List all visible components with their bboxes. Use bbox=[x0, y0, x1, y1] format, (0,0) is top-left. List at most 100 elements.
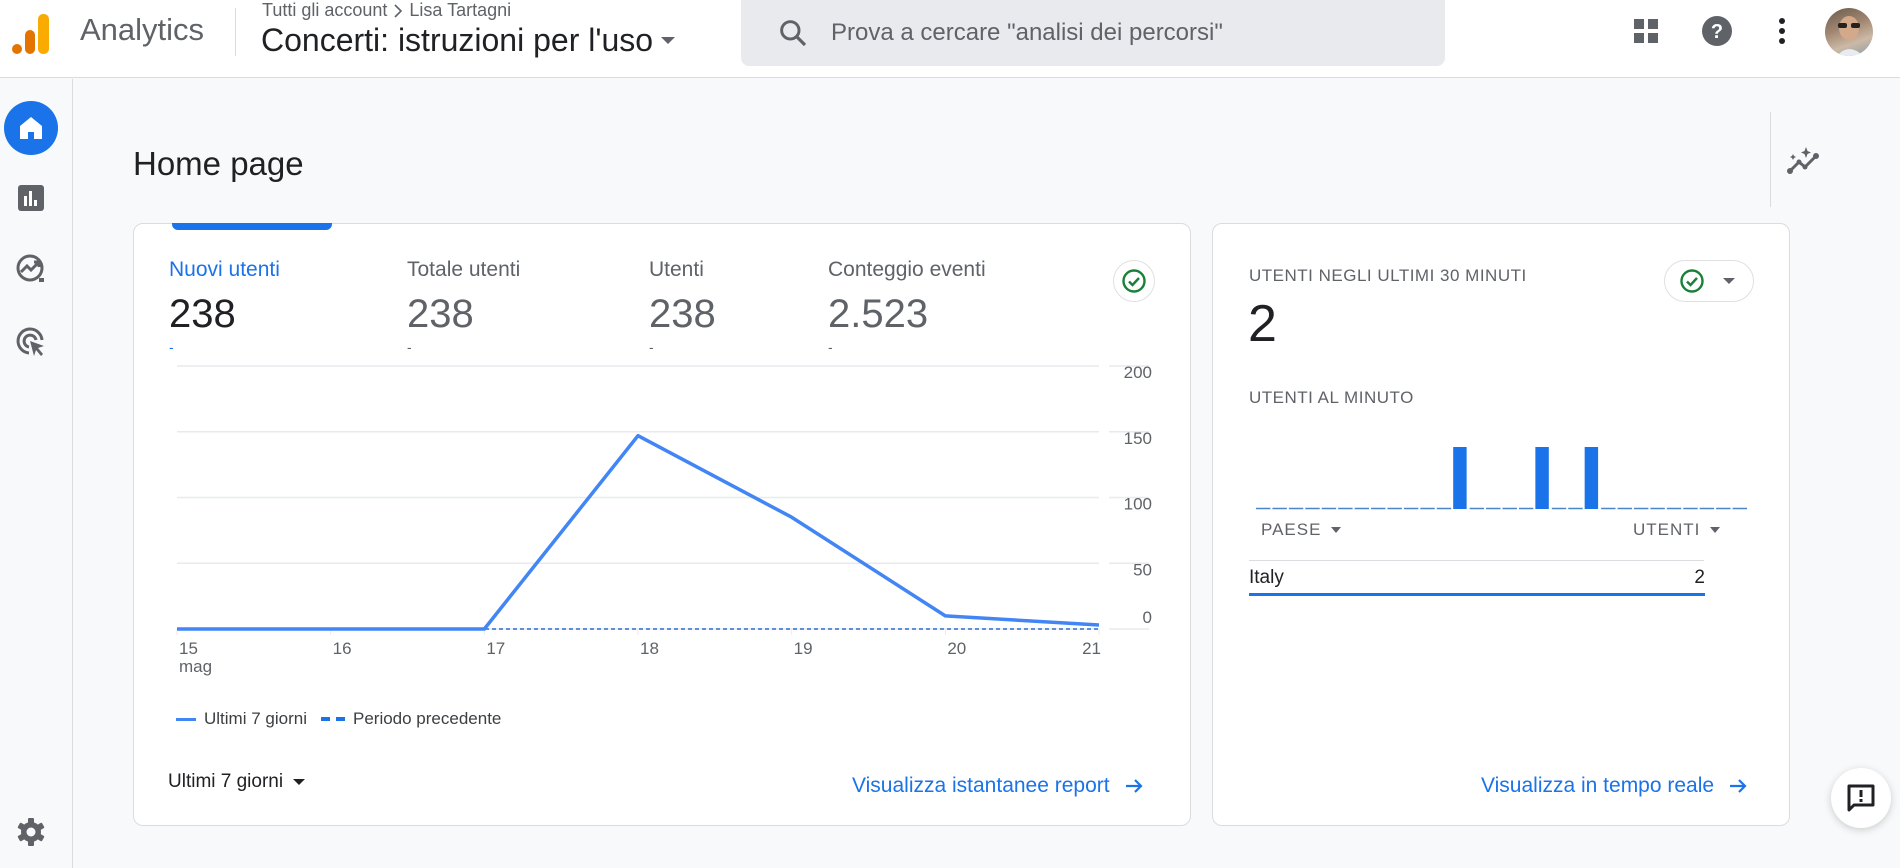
metric-tab-users[interactable]: Utenti 238 - bbox=[649, 258, 716, 355]
page-title: Home page bbox=[133, 145, 304, 182]
metric-change: - bbox=[407, 339, 412, 355]
column-header-country[interactable]: PAESE bbox=[1261, 520, 1342, 540]
feedback-icon bbox=[1847, 784, 1875, 812]
minute-bar[interactable] bbox=[1584, 447, 1599, 509]
data-quality-button[interactable] bbox=[1113, 260, 1155, 302]
x-tick-label: 17 bbox=[486, 639, 505, 658]
analytics-logo-icon[interactable] bbox=[10, 8, 54, 54]
y-tick-label: 200 bbox=[1124, 363, 1152, 382]
chevron-right-icon bbox=[394, 3, 403, 18]
property-selector[interactable]: Concerti: istruzioni per l'uso bbox=[261, 22, 676, 59]
minute-bar[interactable] bbox=[1453, 447, 1467, 509]
caret-down-icon bbox=[1710, 527, 1721, 533]
x-tick-sublabel: mag bbox=[179, 657, 212, 676]
users-per-minute-chart bbox=[1256, 447, 1747, 510]
country-cell: Italy bbox=[1249, 567, 1284, 588]
realtime-title: UTENTI NEGLI ULTIMI 30 MINUTI bbox=[1249, 266, 1527, 285]
metric-change: - bbox=[649, 339, 654, 355]
help-icon[interactable]: ? bbox=[1699, 13, 1735, 49]
breadcrumb-root[interactable]: Tutti gli account bbox=[262, 0, 387, 21]
link-label: Visualizza istantanee report bbox=[852, 774, 1110, 797]
divider bbox=[235, 8, 236, 56]
overview-card: Nuovi utenti 238 - Totale utenti 238 - U… bbox=[133, 223, 1191, 826]
breadcrumb-account[interactable]: Lisa Tartagni bbox=[409, 0, 511, 21]
arrow-right-icon bbox=[1730, 779, 1747, 793]
x-tick-label: 15 bbox=[179, 639, 198, 658]
link-label: Visualizza in tempo reale bbox=[1481, 774, 1715, 797]
metric-label: Nuovi utenti bbox=[169, 258, 280, 281]
metric-label: Totale utenti bbox=[407, 258, 521, 281]
app-name: Analytics bbox=[80, 12, 205, 47]
minute-bar[interactable] bbox=[1535, 447, 1549, 509]
sidebar-item-explore[interactable] bbox=[4, 242, 58, 296]
view-realtime-link[interactable]: Visualizza in tempo reale bbox=[1481, 774, 1748, 798]
sidebar bbox=[0, 79, 73, 868]
column-header-users[interactable]: UTENTI bbox=[1633, 520, 1721, 540]
column-label: PAESE bbox=[1261, 520, 1322, 539]
chart-legend: Ultimi 7 giorni Periodo precedente bbox=[176, 709, 501, 729]
property-name: Concerti: istruzioni per l'uso bbox=[261, 22, 654, 58]
date-range-selector[interactable]: Ultimi 7 giorni bbox=[168, 771, 306, 793]
explore-trend-icon bbox=[16, 254, 44, 282]
x-tick-label: 16 bbox=[333, 639, 352, 658]
settings-button[interactable] bbox=[4, 805, 58, 859]
settings-gear-icon bbox=[17, 818, 45, 846]
home-icon bbox=[20, 117, 42, 139]
active-tab-indicator bbox=[172, 223, 332, 230]
series-line-current bbox=[177, 433, 1100, 631]
sidebar-item-reports[interactable] bbox=[4, 171, 58, 225]
apps-grid-icon[interactable] bbox=[1628, 13, 1664, 49]
metric-value: 2.523 bbox=[828, 292, 929, 336]
legend-dashed-swatch bbox=[320, 717, 345, 721]
realtime-card: UTENTI NEGLI ULTIMI 30 MINUTI 2 UTENTI A… bbox=[1212, 223, 1790, 826]
divider bbox=[1770, 112, 1771, 207]
metric-value: 238 bbox=[649, 292, 716, 336]
arrow-right-icon bbox=[1125, 779, 1143, 793]
more-vert-icon[interactable] bbox=[1764, 13, 1800, 49]
search-input[interactable]: Prova a cercare "analisi dei percorsi" bbox=[831, 19, 1223, 47]
caret-down-icon bbox=[661, 37, 676, 44]
caret-down-icon bbox=[1723, 278, 1735, 284]
x-tick-label: 20 bbox=[947, 639, 966, 658]
feedback-button[interactable] bbox=[1831, 768, 1891, 828]
y-tick-label: 50 bbox=[1133, 560, 1152, 579]
check-circle-icon bbox=[1680, 269, 1704, 293]
caret-down-icon bbox=[1331, 527, 1342, 533]
avatar[interactable] bbox=[1825, 8, 1873, 56]
view-report-snapshot-link[interactable]: Visualizza istantanee report bbox=[852, 774, 1144, 798]
breadcrumb[interactable]: Tutti gli account Lisa Tartagni bbox=[262, 0, 511, 21]
date-range-label: Ultimi 7 giorni bbox=[168, 771, 284, 792]
x-tick-label: 19 bbox=[794, 639, 813, 658]
x-tick-label: 21 bbox=[1082, 639, 1101, 658]
insights-button[interactable] bbox=[1786, 143, 1822, 179]
target-cursor-icon bbox=[16, 327, 44, 356]
insights-sparkle-icon bbox=[1787, 147, 1819, 174]
top-bar: Analytics Tutti gli account Lisa Tartagn… bbox=[0, 0, 1900, 78]
metric-value: 238 bbox=[407, 292, 474, 336]
sidebar-item-advertising[interactable] bbox=[4, 315, 58, 369]
caret-down-icon bbox=[293, 779, 306, 785]
y-tick-label: 100 bbox=[1124, 495, 1152, 514]
line-chart: 200 150 100 50 0 15 16 17 18 19 20 21 mag bbox=[176, 363, 1152, 676]
metric-tab-new-users[interactable]: Nuovi utenti 238 - bbox=[169, 258, 280, 355]
metric-value: 238 bbox=[169, 292, 236, 336]
sidebar-item-home[interactable] bbox=[4, 101, 58, 155]
per-minute-label: UTENTI AL MINUTO bbox=[1249, 388, 1414, 407]
metric-label: Conteggio eventi bbox=[828, 258, 986, 281]
x-tick-label: 18 bbox=[640, 639, 659, 658]
row-share-bar bbox=[1249, 593, 1705, 596]
metric-label: Utenti bbox=[649, 258, 704, 281]
realtime-status-button[interactable] bbox=[1664, 260, 1754, 302]
metric-tab-total-users[interactable]: Totale utenti 238 - bbox=[407, 258, 520, 355]
metric-tab-event-count[interactable]: Conteggio eventi 2.523 - bbox=[828, 258, 986, 355]
table-divider bbox=[1249, 560, 1704, 561]
metric-change: - bbox=[828, 339, 833, 355]
search-bar[interactable]: Prova a cercare "analisi dei percorsi" bbox=[741, 0, 1445, 66]
search-icon bbox=[780, 20, 807, 47]
metric-change: - bbox=[169, 339, 174, 355]
column-label: UTENTI bbox=[1633, 520, 1701, 539]
realtime-value: 2 bbox=[1248, 295, 1277, 353]
legend-solid-swatch bbox=[176, 717, 196, 721]
bar-chart-icon bbox=[18, 185, 44, 211]
y-tick-label: 0 bbox=[1143, 608, 1152, 627]
